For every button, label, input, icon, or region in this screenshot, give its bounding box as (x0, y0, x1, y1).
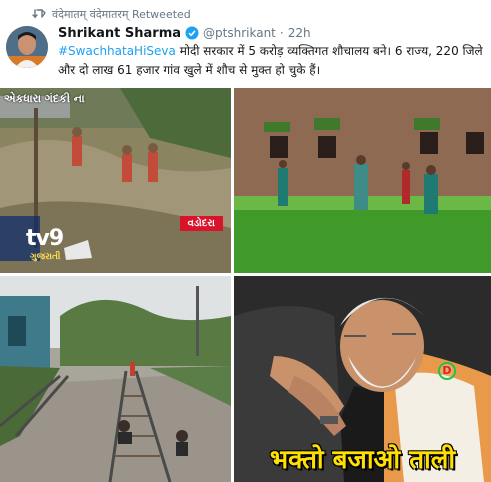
avatar[interactable] (6, 26, 48, 68)
photo-women-field[interactable] (234, 88, 491, 273)
separator-dot: · (279, 26, 284, 40)
photo-garbage-field[interactable]: એકધારા ગંદકી ના tv9 ગુજરાતી વડોદરા (0, 88, 231, 273)
verified-badge-icon (185, 26, 199, 40)
media-grid: એકધારા ગંદકી ના tv9 ગુજરાતી વડોદરા D भक्… (0, 88, 491, 482)
tv9-logo-subtitle: ગુજરાતી (30, 252, 61, 262)
tweet-text: #SwachhataHiSeva मोदी सरकार में 5 करोड़ … (58, 42, 486, 80)
d-badge: D (438, 362, 456, 380)
retweet-label[interactable]: वंदेमातम् वंदेमातरम् Retweeted (52, 7, 191, 22)
photo-overlay-text: એકધારા ગંદકી ના (4, 92, 85, 105)
tv9-logo-text: tv9 (26, 226, 64, 251)
tweet-timestamp[interactable]: 22h (288, 26, 311, 40)
location-tag: વડોદરા (179, 216, 223, 231)
tweet-header: Shrikant Sharma @ptshrikant · 22h (58, 24, 311, 42)
hashtag-link[interactable]: #SwachhataHiSeva (58, 44, 176, 58)
retweet-context: वंदेमातम् वंदेमातरम् Retweeted (32, 6, 191, 22)
author-handle[interactable]: @ptshrikant (203, 26, 276, 40)
photo-railway-tracks[interactable] (0, 276, 231, 482)
retweet-icon (32, 8, 46, 20)
author-name[interactable]: Shrikant Sharma (58, 26, 181, 41)
meme-caption: भक्तो बजाओ ताली (269, 445, 456, 475)
photo-modi-clapping[interactable]: D भक्तो बजाओ ताली (234, 276, 491, 482)
